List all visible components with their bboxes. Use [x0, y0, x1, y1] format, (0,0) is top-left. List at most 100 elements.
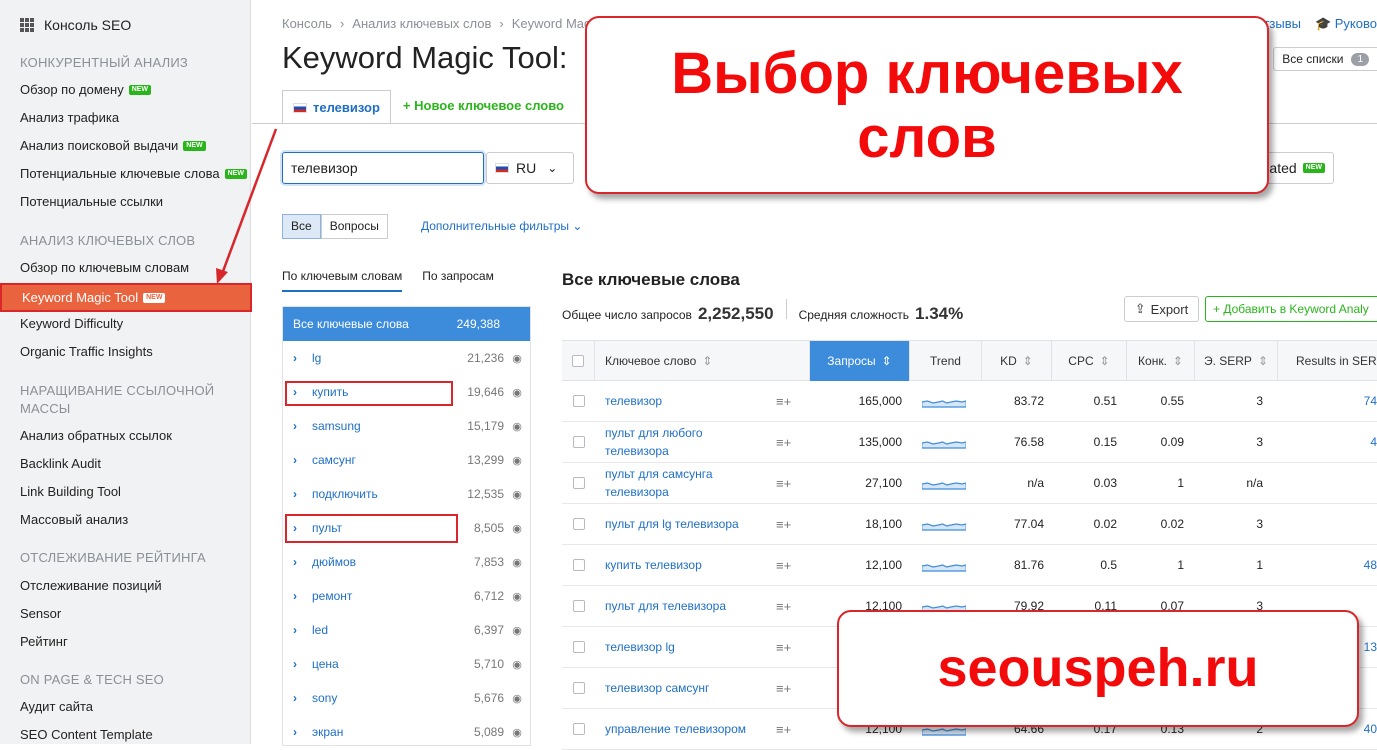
row-checkbox[interactable] [572, 559, 585, 571]
results-value[interactable]: 13 [1364, 640, 1377, 654]
row-checkbox[interactable] [572, 682, 585, 694]
tab-by-volume[interactable]: По запросам [422, 269, 494, 292]
breadcrumb-item[interactable]: Анализ ключевых слов [352, 16, 491, 31]
add-to-list-icon[interactable]: ≡+ [776, 558, 791, 573]
sidebar-item[interactable]: Анализ обратных ссылок [20, 428, 172, 443]
keyword-link[interactable]: пульт для любого телевизора [605, 424, 760, 460]
reviews-link[interactable]: тзывы [1263, 16, 1301, 32]
eye-icon[interactable]: ◉ [504, 726, 530, 739]
column-keyword[interactable]: Ключевое слово ⇕ [595, 341, 810, 381]
keyword-group-item[interactable]: › lg 21,236 ◉ [283, 341, 530, 375]
export-button[interactable]: ⇪ Export [1124, 296, 1199, 322]
eye-icon[interactable]: ◉ [504, 352, 530, 365]
column-serp-features[interactable]: Э. SERP ⇕ [1195, 341, 1278, 381]
results-value[interactable]: 74 [1364, 394, 1377, 408]
kd-value: 81.76 [1013, 558, 1044, 572]
sort-icon: ⇕ [1172, 354, 1183, 368]
keyword-link[interactable]: пульт для телевизора [605, 597, 726, 615]
results-value[interactable]: 40 [1364, 722, 1377, 736]
results-value[interactable]: 4 [1370, 435, 1377, 449]
competition-value: 0.02 [1160, 517, 1184, 531]
group-all-keywords[interactable]: Все ключевые слова 249,388 [283, 307, 530, 341]
eye-icon[interactable]: ◉ [504, 420, 530, 433]
eye-icon[interactable]: ◉ [504, 386, 530, 399]
database-select[interactable]: RU ⌄ [486, 152, 574, 184]
results-value[interactable]: 48 [1364, 558, 1377, 572]
eye-icon[interactable]: ◉ [504, 488, 530, 501]
add-to-list-icon[interactable]: ≡+ [776, 722, 791, 737]
keyword-group-item[interactable]: › цена 5,710 ◉ [283, 647, 530, 681]
eye-icon[interactable]: ◉ [504, 522, 530, 535]
keyword-group-item[interactable]: › дюймов 7,853 ◉ [283, 545, 530, 579]
sidebar-item[interactable]: Link Building Tool [20, 484, 121, 499]
sidebar-item[interactable]: Аудит сайта [20, 699, 93, 714]
row-checkbox[interactable] [572, 518, 585, 530]
cpc-cell: 0.02 [1052, 504, 1117, 544]
add-to-list-icon[interactable]: ≡+ [776, 681, 791, 696]
keyword-link[interactable]: телевизор lg [605, 638, 675, 656]
sidebar-item[interactable]: Backlink Audit [20, 456, 101, 471]
all-lists-button[interactable]: Все списки 1 [1273, 47, 1377, 71]
column-kd[interactable]: KD ⇕ [982, 341, 1052, 381]
row-checkbox[interactable] [572, 641, 585, 653]
sidebar-item[interactable]: Отслеживание позиций [20, 578, 162, 593]
column-competition[interactable]: Конк. ⇕ [1127, 341, 1195, 381]
sidebar-item[interactable]: Рейтинг [20, 634, 68, 649]
tab-by-keywords[interactable]: По ключевым словам [282, 269, 403, 292]
keyword-link[interactable]: купить телевизор [605, 556, 702, 574]
row-checkbox[interactable] [572, 723, 585, 735]
column-cpc[interactable]: CPC ⇕ [1052, 341, 1127, 381]
chevron-right-icon: › [293, 589, 297, 603]
volume-cell: 135,000 [810, 422, 902, 462]
group-tabs: По ключевым словам По запросам [282, 269, 494, 292]
add-to-list-icon[interactable]: ≡+ [776, 517, 791, 532]
add-to-list-icon[interactable]: ≡+ [776, 394, 791, 409]
row-checkbox[interactable] [572, 477, 585, 489]
row-checkbox[interactable] [572, 395, 585, 407]
keyword-group-item[interactable]: › samsung 15,179 ◉ [283, 409, 530, 443]
eye-icon[interactable]: ◉ [504, 590, 530, 603]
column-results[interactable]: Results in SERP [1278, 341, 1377, 381]
search-input[interactable]: телевизор [282, 152, 484, 184]
sidebar-item[interactable]: Sensor [20, 606, 61, 621]
select-all-checkbox[interactable] [572, 355, 584, 367]
keyword-link[interactable]: пульт для lg телевизора [605, 515, 739, 533]
eye-icon[interactable]: ◉ [504, 692, 530, 705]
column-volume[interactable]: Запросы ⇕ [810, 341, 910, 381]
keyword-link[interactable]: пульт для самсунга телевизора [605, 465, 760, 501]
filter-questions-button[interactable]: Вопросы [320, 214, 388, 239]
guide-link[interactable]: 🎓 Руково [1315, 16, 1377, 32]
column-serp-label: Э. SERP [1203, 354, 1252, 368]
eye-icon[interactable]: ◉ [504, 454, 530, 467]
breadcrumb-item[interactable]: Keyword Mag [512, 16, 591, 31]
add-to-list-icon[interactable]: ≡+ [776, 599, 791, 614]
volume-value: 18,100 [865, 517, 902, 531]
eye-icon[interactable]: ◉ [504, 624, 530, 637]
keyword-link[interactable]: управление телевизором [605, 720, 746, 738]
sidebar-item[interactable]: Массовый анализ [20, 512, 128, 527]
add-to-keyword-analyzer-button[interactable]: + Добавить в Keyword Analy [1205, 296, 1377, 322]
sidebar-item[interactable]: Keyword Difficulty [20, 316, 123, 331]
keyword-group-item[interactable]: › ремонт 6,712 ◉ [283, 579, 530, 613]
competition-cell: 0.09 [1127, 422, 1184, 462]
keyword-group-item[interactable]: › led 6,397 ◉ [283, 613, 530, 647]
eye-icon[interactable]: ◉ [504, 556, 530, 569]
new-keyword-tab[interactable]: + Новое ключевое слово [391, 90, 576, 124]
row-checkbox[interactable] [572, 600, 585, 612]
keyword-group-item[interactable]: › самсунг 13,299 ◉ [283, 443, 530, 477]
add-to-list-icon[interactable]: ≡+ [776, 640, 791, 655]
keyword-group-item[interactable]: › sony 5,676 ◉ [283, 681, 530, 715]
eye-icon[interactable]: ◉ [504, 658, 530, 671]
row-checkbox[interactable] [572, 436, 585, 448]
tab-active-keyword[interactable]: телевизор [282, 90, 391, 124]
advanced-filters-toggle[interactable]: Дополнительные фильтры ⌄ [421, 219, 582, 233]
keyword-group-item[interactable]: › подключить 12,535 ◉ [283, 477, 530, 511]
sort-icon: ⇕ [1099, 354, 1110, 368]
add-to-list-icon[interactable]: ≡+ [776, 435, 791, 450]
add-to-list-icon[interactable]: ≡+ [776, 476, 791, 491]
sidebar-item[interactable]: Organic Traffic Insights [20, 344, 153, 359]
russia-flag-icon [495, 163, 509, 173]
keyword-link[interactable]: телевизор [605, 392, 662, 410]
sidebar-item[interactable]: SEO Content Template [20, 727, 153, 742]
keyword-link[interactable]: телевизор самсунг [605, 679, 709, 697]
